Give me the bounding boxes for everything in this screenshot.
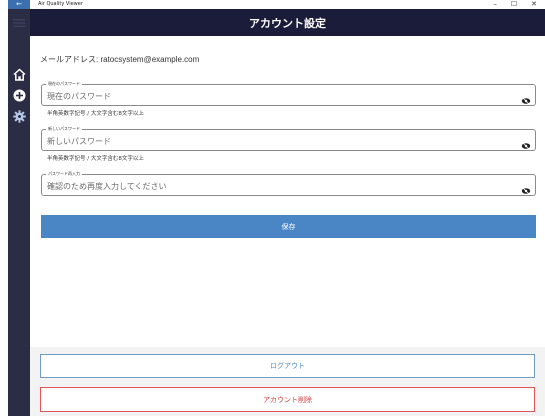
gear-icon[interactable] — [12, 109, 26, 123]
save-button[interactable]: 保存 — [41, 215, 536, 238]
current-password-field: 現在のパスワード — [41, 81, 536, 106]
menu-icon[interactable] — [12, 16, 26, 30]
email-label: メールアドレス: — [40, 55, 99, 64]
account-actions-area: ログアウト アカウント削除 — [30, 347, 545, 416]
email-row: メールアドレス: ratocsystem@example.com — [40, 54, 199, 65]
maximize-button[interactable]: ☐ — [511, 0, 517, 9]
eye-icon[interactable] — [521, 181, 531, 195]
confirm-password-legend: パスワード再入力 — [46, 171, 82, 177]
password-hint: 半角英数字記号 / 大文字含む8文字以上 — [47, 111, 144, 117]
page-header: アカウント設定 — [30, 9, 545, 36]
account-settings-content: メールアドレス: ratocsystem@example.com 現在のパスワー… — [30, 36, 545, 416]
nav-rail — [8, 9, 30, 416]
email-value: ratocsystem@example.com — [100, 55, 200, 64]
page-title: アカウント設定 — [249, 16, 326, 30]
home-icon[interactable] — [12, 67, 26, 81]
new-password-legend: 新しいパスワード — [46, 126, 82, 132]
current-password-input[interactable] — [47, 89, 507, 103]
eye-icon[interactable] — [521, 136, 531, 150]
app-window: ← Air Quality Viewer – ☐ ✕ アカウント設定 メールアド… — [8, 0, 545, 416]
close-button[interactable]: ✕ — [531, 0, 537, 9]
eye-icon[interactable] — [521, 91, 531, 105]
current-password-legend: 現在のパスワード — [46, 81, 82, 87]
app-title: Air Quality Viewer — [38, 1, 83, 7]
confirm-password-input[interactable] — [47, 179, 507, 193]
window-controls: – ☐ ✕ — [493, 0, 537, 9]
confirm-password-field: パスワード再入力 — [41, 171, 536, 196]
new-password-field: 新しいパスワード — [41, 126, 536, 151]
delete-account-button[interactable]: アカウント削除 — [40, 387, 535, 412]
title-bar: ← Air Quality Viewer – ☐ ✕ — [8, 0, 545, 9]
logout-button[interactable]: ログアウト — [40, 354, 535, 378]
back-button[interactable]: ← — [8, 0, 30, 9]
password-hint: 半角英数字記号 / 大文字含む8文字以上 — [47, 156, 144, 162]
new-password-input[interactable] — [47, 134, 507, 148]
add-circle-icon[interactable] — [12, 88, 26, 102]
minimize-button[interactable]: – — [493, 0, 497, 9]
